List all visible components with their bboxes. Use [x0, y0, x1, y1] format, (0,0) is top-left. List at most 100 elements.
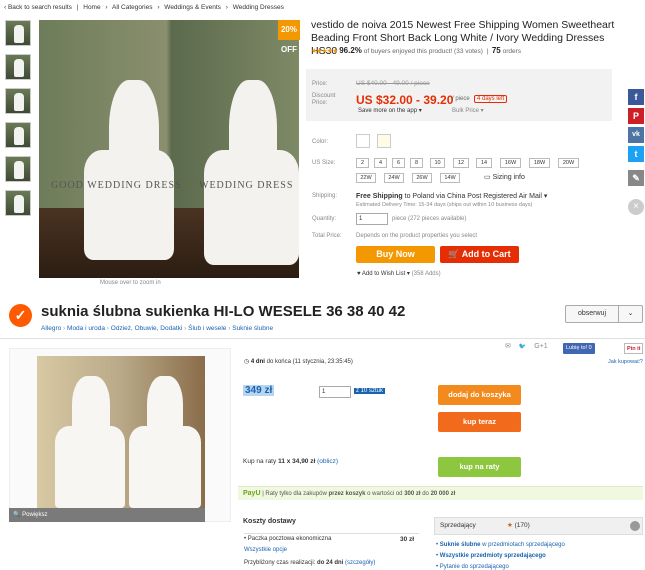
size-option[interactable]: 24W — [384, 173, 404, 183]
buy-now-button[interactable]: kup teraz — [438, 412, 521, 432]
observe-button[interactable]: obserwuj ⌄ — [565, 305, 643, 323]
close-icon[interactable]: × — [628, 199, 644, 215]
timer-days: 4 dni — [250, 359, 265, 365]
add-to-cart-label: Add to Cart — [461, 249, 511, 259]
crumb-sep: › — [184, 325, 187, 332]
magnifier-icon: 🔍 — [13, 512, 21, 518]
facebook-share-icon[interactable]: f — [628, 89, 644, 105]
wish-count: (358 Adds) — [411, 271, 441, 277]
size-option[interactable]: 22W — [356, 173, 376, 183]
pinterest-share-icon[interactable]: P — [628, 108, 644, 124]
vk-share-icon[interactable]: vk — [628, 127, 644, 143]
seller-link-text: Pytanie do sprzedającego — [439, 564, 509, 570]
quantity-input[interactable]: 1 — [356, 213, 388, 225]
back-to-results-link[interactable]: ‹ Back to search results — [4, 4, 72, 11]
breadcrumb-sep: | — [76, 4, 79, 11]
orders-count: 75 — [491, 46, 501, 55]
installments-label: Kup na raty — [243, 458, 277, 465]
thumbnail-1[interactable] — [5, 20, 31, 46]
wish-list-link[interactable]: ♥ Add to Wish List ▾ (358 Adds) — [357, 270, 441, 277]
crumb-odziez[interactable]: Odzież, Obuwie, Dodatki — [111, 325, 183, 332]
share-row: ✉ 🐦 G+1 — [505, 342, 554, 350]
crumb-suknie[interactable]: Suknie ślubne — [232, 325, 273, 332]
chevron-down-icon[interactable]: ⌄ — [618, 306, 642, 322]
crumb-slub[interactable]: Ślub i wesele — [188, 325, 226, 332]
thumbnail-4[interactable] — [5, 122, 31, 148]
main-product-image[interactable]: GOOD WEDDING DRESS WEDDING DRESS — [39, 20, 299, 278]
size-option[interactable]: 14W — [440, 173, 460, 183]
size-option[interactable]: 20W — [558, 158, 579, 168]
allegro-check-icon: ✓ — [9, 304, 32, 327]
product-photo[interactable] — [37, 356, 205, 508]
sizing-info-link[interactable]: ▭ Sizing info — [484, 173, 525, 181]
edit-icon[interactable]: ✎ — [628, 170, 644, 186]
total-price-label: Total Price: — [312, 233, 342, 239]
shipping-method: • Paczka pocztowa ekonomiczna — [244, 536, 332, 542]
shipping-label: Shipping: — [312, 193, 338, 199]
size-option[interactable]: 16W — [500, 158, 521, 168]
shipping-info[interactable]: Free Shipping to Poland via China Post R… — [356, 192, 547, 200]
payu-max: 20 000 zł — [430, 491, 456, 497]
color-label: Color: — [312, 139, 329, 145]
all-shipping-options-link[interactable]: Wszystkie opcje — [244, 547, 287, 553]
dress-skirt — [55, 426, 125, 508]
size-option[interactable]: 14 — [476, 158, 492, 168]
breadcrumb-home[interactable]: Home — [83, 4, 100, 11]
thumbnail-5[interactable] — [5, 156, 31, 182]
twitter-share-icon[interactable]: 🐦 — [519, 343, 526, 350]
price-unit: / piece — [452, 96, 470, 102]
heart-icon: ♥ — [357, 271, 361, 277]
rating-line: ★★★★★ 96.2% of buyers enjoyed this produ… — [311, 46, 522, 55]
delivery-time-value: do 24 dni — [317, 560, 344, 566]
google-plus-icon[interactable]: G+1 — [534, 343, 547, 350]
size-option[interactable]: 10 — [430, 158, 445, 168]
seller-toggle-icon[interactable] — [630, 521, 640, 531]
shipping-cost: 30 zł — [400, 536, 415, 543]
calculate-link[interactable]: (oblicz) — [317, 458, 338, 465]
delivery-details-link[interactable]: (szczegóły) — [345, 560, 375, 566]
crumb-allegro[interactable]: Allegro — [41, 325, 61, 332]
zoom-bar[interactable]: 🔍 Powiększ — [9, 508, 205, 522]
size-option[interactable]: 26W — [412, 173, 432, 183]
seller-link-bold: Suknie ślubne — [439, 542, 481, 548]
seller-link-all[interactable]: • Wszystkie przedmioty sprzedającego — [436, 553, 546, 559]
star-rating-icon: ★★★★★ — [311, 48, 338, 55]
installments-button[interactable]: kup na raty — [438, 457, 521, 477]
pin-it-button[interactable]: Pin it — [624, 343, 644, 354]
payu-bold: przez koszyk — [328, 491, 366, 497]
color-swatch-ivory[interactable] — [377, 134, 391, 148]
color-swatch-white[interactable] — [356, 134, 370, 148]
seller-rating[interactable]: ★ (170) — [507, 521, 530, 529]
breadcrumb-all-categories[interactable]: All Categories — [112, 4, 152, 11]
thumbnail-6[interactable] — [5, 190, 31, 216]
bulk-price-link[interactable]: Bulk Price ▾ — [452, 107, 484, 114]
size-option[interactable]: 8 — [410, 158, 423, 168]
size-option[interactable]: 12 — [453, 158, 469, 168]
facebook-like-button[interactable]: Lubię to! 0 — [563, 343, 595, 354]
sizing-info-text: Sizing info — [492, 174, 525, 181]
seller-link-wedding[interactable]: • Suknie ślubne w przedmiotach sprzedają… — [436, 542, 565, 548]
payu-logo: PayU — [243, 490, 261, 497]
quantity-available: z 10 sztuk — [354, 388, 386, 394]
how-to-buy-link[interactable]: Jak kupować? — [608, 359, 643, 365]
size-option[interactable]: 4 — [374, 158, 387, 168]
breadcrumb-weddings-events[interactable]: Weddings & Events — [164, 4, 221, 11]
breadcrumb-wedding-dresses[interactable]: Wedding Dresses — [233, 4, 284, 11]
email-share-icon[interactable]: ✉ — [505, 342, 511, 350]
size-option[interactable]: 6 — [392, 158, 405, 168]
thumbnail-3[interactable] — [5, 88, 31, 114]
app-save-link[interactable]: Save more on the app ▾ — [358, 107, 422, 114]
thumbnail-2[interactable] — [5, 54, 31, 80]
quantity-input[interactable]: 1 — [319, 386, 351, 398]
payu-text: do — [422, 491, 429, 497]
crumb-moda[interactable]: Moda i uroda — [67, 325, 105, 332]
seller-link-question[interactable]: • Pytanie do sprzedającego — [436, 564, 509, 570]
star-icon: ★ — [507, 522, 513, 529]
breadcrumb: ‹ Back to search results | Home › All Ca… — [4, 4, 287, 11]
add-to-cart-button[interactable]: dodaj do koszyka — [438, 385, 521, 405]
size-option[interactable]: 2 — [356, 158, 369, 168]
add-to-cart-button[interactable]: 🛒 Add to Cart — [440, 246, 519, 263]
buy-now-button[interactable]: Buy Now — [356, 246, 435, 263]
size-option[interactable]: 18W — [529, 158, 550, 168]
twitter-share-icon[interactable]: t — [628, 146, 644, 162]
